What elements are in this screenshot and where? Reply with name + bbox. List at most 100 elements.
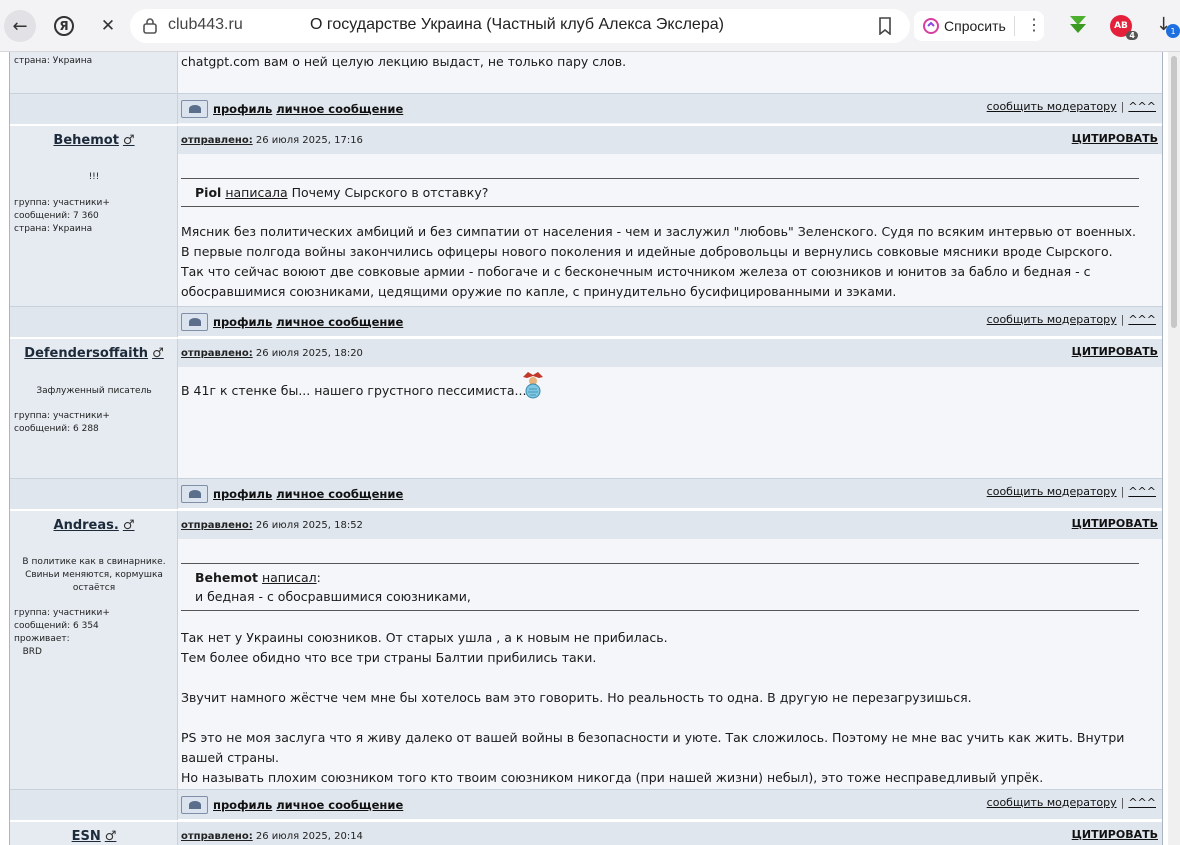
quote-button[interactable]: ЦИТИРОВАТЬ [1072, 132, 1158, 145]
address-bar[interactable]: club443.ru О государстве Украина (Частны… [130, 9, 910, 43]
adblock-count-badge: 4 [1126, 31, 1138, 40]
scroll-top-link[interactable]: ^^^ [1128, 485, 1156, 498]
site-info-icon[interactable] [142, 17, 158, 34]
stop-loading-button[interactable]: ✕ [92, 10, 124, 42]
author-panel: ESN ♂ [10, 822, 178, 845]
author-info: группа: участники+ сообщений: 6 354 прож… [14, 608, 110, 657]
profile-picture-icon[interactable] [181, 100, 208, 118]
post-header: отправлено: 26 июля 2025, 18:20 ЦИТИРОВА… [178, 339, 1162, 367]
quote-button[interactable]: ЦИТИРОВАТЬ [1072, 828, 1158, 841]
url-domain: club443.ru [168, 16, 243, 33]
post-text: chatgpt.com вам о ней целую лекцию выдас… [181, 54, 627, 69]
page-scrollbar[interactable] [1168, 52, 1180, 845]
private-message-link[interactable]: личное сообщение [276, 798, 403, 812]
quote-button[interactable]: ЦИТИРОВАТЬ [1072, 517, 1158, 530]
author-panel: Defendersoffaith ♂ Зафлуженный писатель г… [10, 339, 178, 479]
profile-link[interactable]: профиль [213, 487, 272, 501]
author-name[interactable]: Andreas. ♂ [10, 518, 178, 533]
author-status: Зафлуженный писатель [36, 386, 152, 396]
profile-link[interactable]: профиль [213, 315, 272, 329]
private-message-link[interactable]: личное сообщение [276, 102, 403, 116]
post-date: 26 июля 2025, 18:52 [255, 520, 363, 531]
sent-label[interactable]: отправлено: [181, 135, 253, 146]
yandex-logo-icon: Я [54, 16, 74, 36]
downloads-button[interactable]: ↓ 1 [1156, 14, 1180, 38]
post: ESN ♂ отправлено: 26 июля 2025, 20:14 ЦИТ… [10, 822, 1162, 845]
author-name[interactable]: Defendersoffaith ♂ [10, 346, 178, 361]
post-content: отправлено: 26 июля 2025, 17:16 ЦИТИРОВА… [178, 126, 1162, 306]
divider [1014, 16, 1015, 36]
post-text: Так нет у Украины союзников. От старых у… [181, 630, 1125, 785]
post-date: 26 июля 2025, 20:14 [255, 831, 363, 842]
close-icon: ✕ [100, 16, 116, 36]
ask-ai-button[interactable]: Спросить ⋮ [914, 11, 1044, 41]
post-footer: профиль личное сообщение сообщить модерат… [10, 478, 1162, 509]
post-text: Мясник без политических амбиций и без си… [181, 224, 1136, 299]
author-info: группа: участники+ сообщений: 7 360 стра… [14, 198, 110, 234]
profile-picture-icon[interactable] [181, 796, 208, 814]
male-icon: ♂ [122, 133, 135, 148]
post: Defendersoffaith ♂ Зафлуженный писатель г… [10, 339, 1162, 479]
sent-label[interactable]: отправлено: [181, 831, 253, 842]
post-header: отправлено: 26 июля 2025, 20:14 ЦИТИРОВА… [178, 822, 1162, 845]
author-status: !!! [88, 172, 100, 182]
post-content: отправлено: 26 июля 2025, 20:14 ЦИТИРОВА… [178, 822, 1162, 845]
author-name[interactable]: Behemot ♂ [10, 133, 178, 148]
post-footer: профиль личное сообщение сообщить модерат… [10, 93, 1162, 124]
report-moderator-link[interactable]: сообщить модератору [987, 100, 1117, 113]
yandex-button[interactable]: Я [48, 10, 80, 42]
profile-picture-icon[interactable] [181, 313, 208, 331]
quote-block: Behemot написал: и бедная - с обосравшими… [181, 563, 1139, 611]
author-panel: Andreas. ♂ В политике как в свинарнике. С… [10, 511, 178, 789]
post: Behemot ♂ !!! группа: участники+ сообщени… [10, 126, 1162, 306]
report-moderator-link[interactable]: сообщить модератору [987, 313, 1117, 326]
profile-link[interactable]: профиль [213, 798, 272, 812]
author-info: сообщений: 6 598 страна: Украина [14, 52, 99, 66]
post-text: В 41г к стенке бы... нашего грустного пе… [181, 383, 527, 398]
back-button[interactable]: ← [4, 10, 36, 42]
author-info: группа: участники+ сообщений: 6 288 [14, 411, 110, 434]
male-icon: ♂ [152, 346, 164, 361]
quote-block: Piol написала Почему Сырского в отставку… [181, 178, 1139, 207]
profile-link[interactable]: профиль [213, 102, 272, 116]
downloads-count-badge: 1 [1166, 24, 1180, 38]
page-title: О государстве Украина (Частный клуб Алек… [310, 16, 724, 33]
more-icon[interactable]: ⋮ [1026, 15, 1042, 35]
quote-button[interactable]: ЦИТИРОВАТЬ [1072, 345, 1158, 358]
scroll-top-link[interactable]: ^^^ [1128, 313, 1156, 326]
male-icon: ♂ [122, 518, 135, 533]
scroll-top-link[interactable]: ^^^ [1128, 796, 1156, 809]
sent-label[interactable]: отправлено: [181, 348, 253, 359]
scrollbar-thumb[interactable] [1171, 56, 1177, 328]
post-content: отправлено: 26 июля 2025, 18:20 ЦИТИРОВА… [178, 339, 1162, 479]
post-date: 26 июля 2025, 18:20 [255, 348, 363, 359]
private-message-link[interactable]: личное сообщение [276, 487, 403, 501]
author-name[interactable]: ESN ♂ [10, 829, 178, 844]
private-message-link[interactable]: личное сообщение [276, 315, 403, 329]
adblock-extension-icon[interactable]: AB 4 [1110, 15, 1138, 40]
report-moderator-link[interactable]: сообщить модератору [987, 485, 1117, 498]
post-footer: профиль личное сообщение сообщить модерат… [10, 789, 1162, 820]
download-extension-icon[interactable] [1066, 14, 1090, 36]
post-header: отправлено: 26 июля 2025, 18:52 ЦИТИРОВА… [178, 511, 1162, 539]
ask-label: Спросить [944, 18, 1006, 34]
scroll-top-link[interactable]: ^^^ [1128, 100, 1156, 113]
smiley-emoticon-icon [523, 372, 543, 399]
bookmark-icon[interactable] [878, 17, 892, 35]
post: Andreas. ♂ В политике как в свинарнике. С… [10, 511, 1162, 789]
arrow-left-icon: ← [12, 15, 28, 37]
author-panel: Behemot ♂ !!! группа: участники+ сообщени… [10, 126, 178, 306]
post-header: отправлено: 26 июля 2025, 17:16 ЦИТИРОВА… [178, 126, 1162, 154]
male-icon: ♂ [104, 829, 117, 844]
post-date: 26 июля 2025, 17:16 [255, 135, 363, 146]
author-status: В политике как в свинарнике. Свиньи меня… [22, 557, 166, 593]
report-moderator-link[interactable]: сообщить модератору [987, 796, 1117, 809]
alice-icon [923, 18, 939, 34]
sent-label[interactable]: отправлено: [181, 520, 253, 531]
page-viewport: сообщений: 6 598 страна: Украина chatgpt… [0, 52, 1180, 845]
forum-thread: сообщений: 6 598 страна: Украина chatgpt… [9, 52, 1163, 845]
post-footer: профиль личное сообщение сообщить модерат… [10, 306, 1162, 337]
browser-toolbar: ← Я ✕ club443.ru О государстве Украина (… [0, 0, 1180, 52]
profile-picture-icon[interactable] [181, 485, 208, 503]
post-content: отправлено: 26 июля 2025, 18:52 ЦИТИРОВА… [178, 511, 1162, 789]
